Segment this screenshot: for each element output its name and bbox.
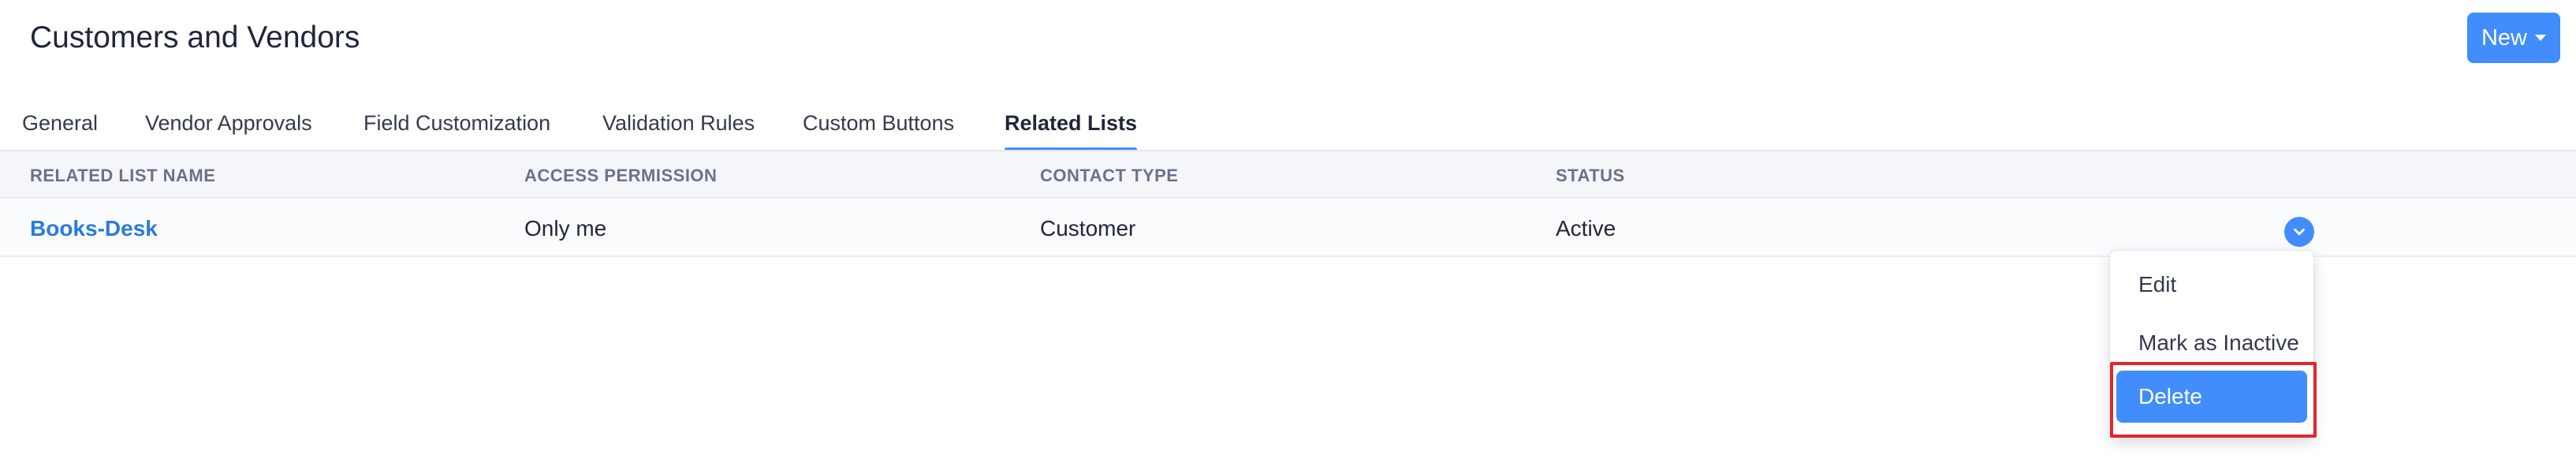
tab-bar: General Vendor Approvals Field Customiza… — [0, 103, 2576, 151]
menu-item-delete[interactable]: Delete — [2116, 371, 2307, 423]
tab-label: Validation Rules — [602, 111, 755, 135]
new-button-label: New — [2481, 24, 2527, 50]
settings-page: Customers and Vendors New General Vendor… — [0, 0, 2576, 470]
tab-field-customization[interactable]: Field Customization — [363, 103, 550, 151]
related-list-name-link[interactable]: Books-Desk — [30, 216, 158, 241]
tab-related-lists[interactable]: Related Lists — [1005, 103, 1138, 151]
column-header-access-permission: ACCESS PERMISSION — [524, 166, 718, 185]
menu-item-mark-as-inactive[interactable]: Mark as Inactive — [2116, 317, 2307, 369]
row-actions-toggle[interactable] — [2284, 217, 2314, 247]
tab-label: Field Customization — [363, 111, 551, 135]
tab-general[interactable]: General — [22, 103, 98, 151]
tab-label: Vendor Approvals — [145, 111, 312, 135]
tab-label: Related Lists — [1005, 111, 1138, 135]
column-header-contact-type: CONTACT TYPE — [1040, 166, 1179, 185]
table-row: Books-Desk Only me Customer Active — [0, 200, 2576, 257]
row-actions-menu: Edit Mark as Inactive Delete — [2110, 251, 2313, 438]
column-header-status: STATUS — [1556, 166, 1625, 185]
chevron-down-icon — [2294, 228, 2305, 236]
column-header-related-list-name: RELATED LIST NAME — [30, 166, 216, 185]
table-header: RELATED LIST NAME ACCESS PERMISSION CONT… — [0, 151, 2576, 199]
tab-label: General — [22, 111, 99, 135]
page-title: Customers and Vendors — [30, 21, 360, 54]
new-button[interactable]: New — [2467, 13, 2560, 63]
status-cell: Active — [1556, 216, 1616, 241]
tab-label: Custom Buttons — [803, 111, 955, 135]
caret-down-icon — [2535, 35, 2546, 41]
access-permission-cell: Only me — [524, 216, 607, 241]
menu-item-edit[interactable]: Edit — [2116, 259, 2307, 311]
contact-type-cell: Customer — [1040, 216, 1136, 241]
tab-vendor-approvals[interactable]: Vendor Approvals — [145, 103, 312, 151]
tab-custom-buttons[interactable]: Custom Buttons — [803, 103, 954, 151]
tab-validation-rules[interactable]: Validation Rules — [602, 103, 755, 151]
